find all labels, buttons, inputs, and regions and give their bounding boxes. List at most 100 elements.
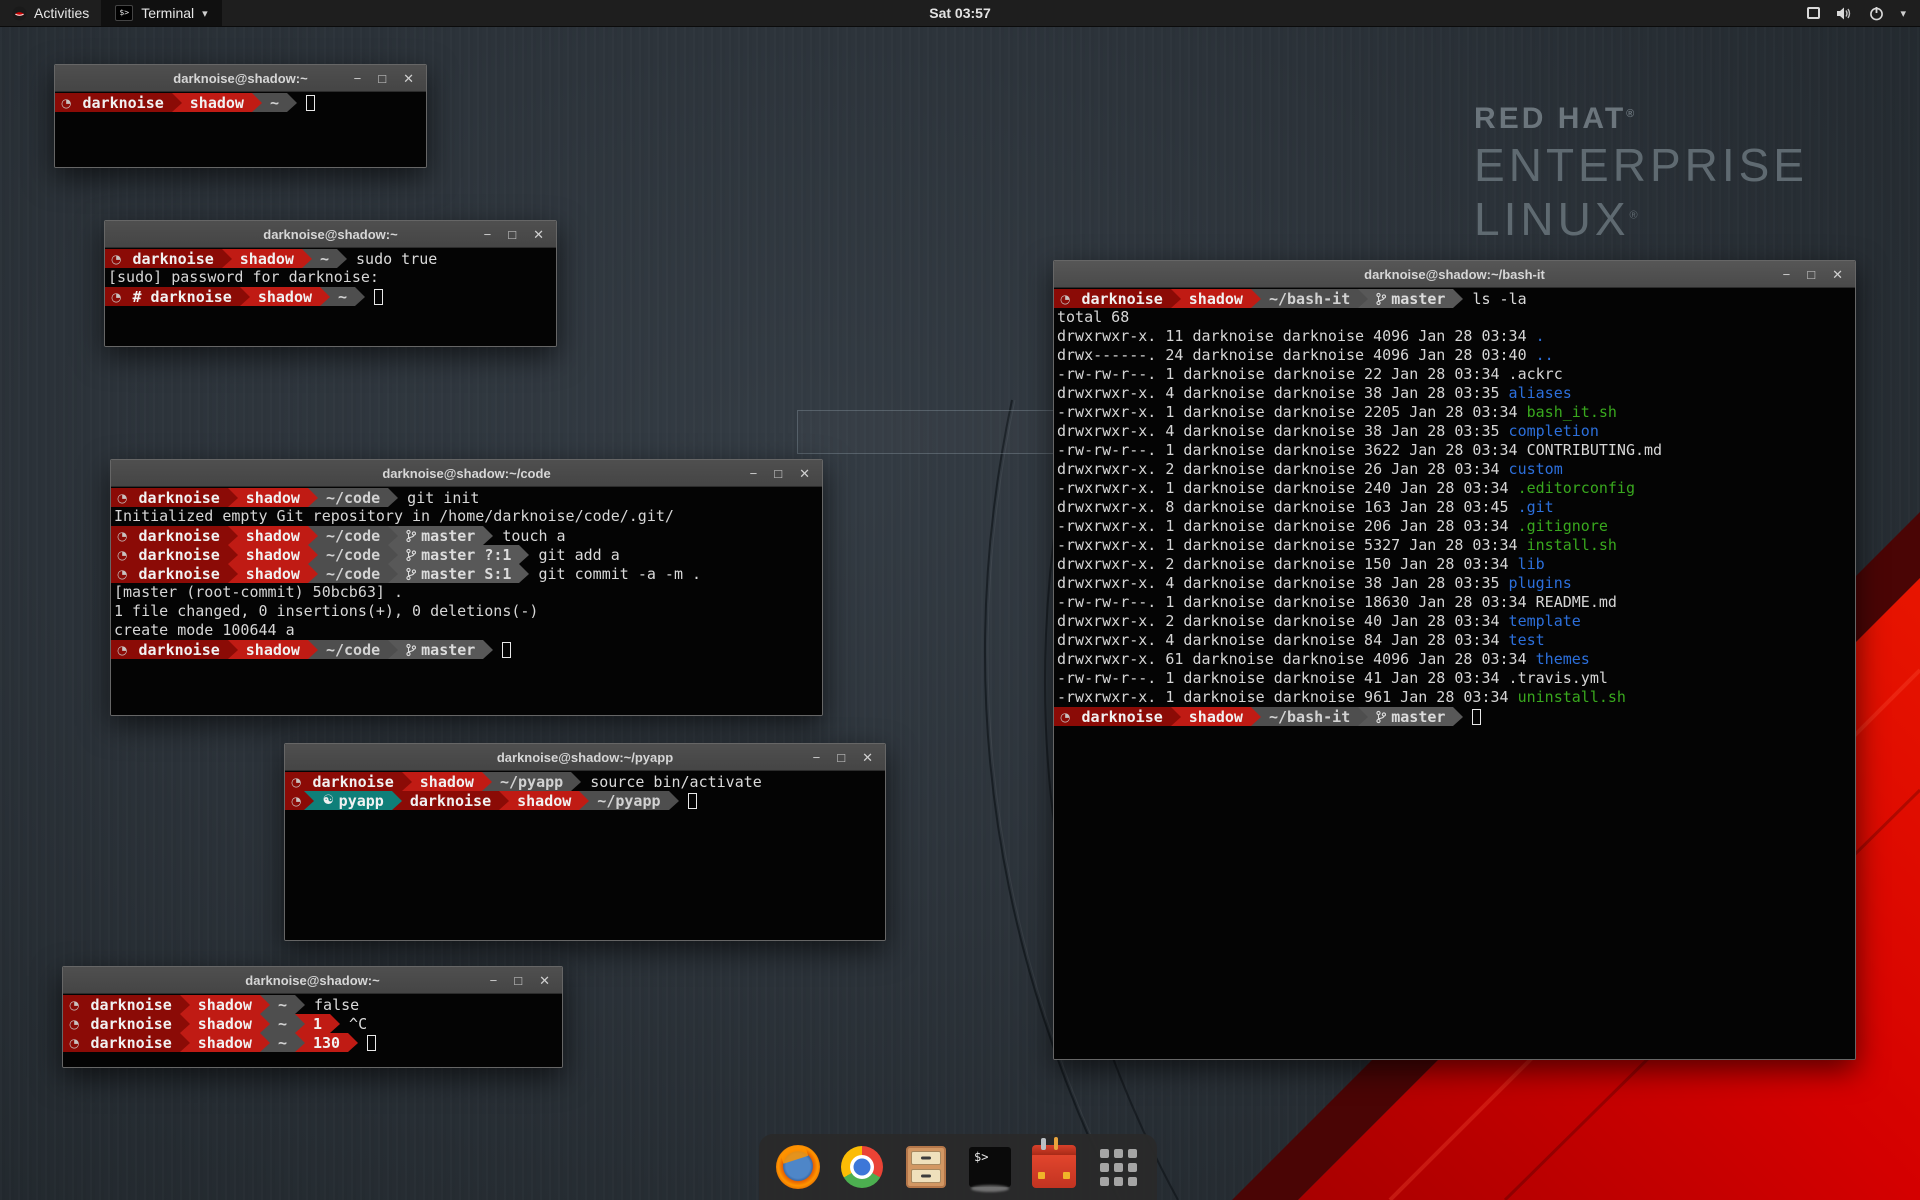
prompt-segment-path: ~	[262, 93, 287, 112]
close-button[interactable]: ✕	[533, 228, 544, 241]
maximize-button[interactable]: □	[508, 228, 516, 241]
close-button[interactable]: ✕	[539, 974, 550, 987]
terminal-line: ◔darknoiseshadow~/code git init	[111, 488, 822, 507]
minimize-button[interactable]: −	[750, 467, 758, 480]
terminal-content[interactable]: ◔darknoiseshadow~/bash-itmaster ls -lato…	[1054, 288, 1855, 1059]
terminal-cursor	[306, 95, 315, 111]
prompt-segment-branch: master S:1	[398, 564, 519, 583]
terminal-content[interactable]: ◔darknoiseshadow~ false◔darknoiseshadow~…	[63, 994, 562, 1067]
powerline-separator	[260, 995, 270, 1014]
terminal-line: ◔darknoiseshadow~/codemaster	[111, 640, 822, 659]
distro-icon: ◔	[55, 93, 74, 112]
maximize-button[interactable]: □	[514, 974, 522, 987]
top-bar: Activities $> Terminal ▾ Sat 03:57 ▾	[0, 0, 1920, 27]
powerline-separator	[571, 772, 581, 791]
maximize-button[interactable]: □	[774, 467, 782, 480]
powerline-separator	[1251, 289, 1261, 308]
desktop: RED HAT® ENTERPRISE LINUX® Activities $>…	[0, 0, 1920, 1200]
chrome-icon[interactable]	[839, 1144, 885, 1190]
brand-line-2: ENTERPRISE	[1474, 138, 1808, 192]
titlebar[interactable]: darknoise@shadow:~ −□✕	[63, 967, 562, 994]
clock[interactable]: Sat 03:57	[0, 5, 1920, 21]
terminal-line: drwxrwxr-x. 2 darknoise darknoise 40 Jan…	[1054, 612, 1855, 631]
titlebar[interactable]: darknoise@shadow:~ −□✕	[105, 221, 556, 248]
clock-label: Sat 03:57	[929, 5, 990, 21]
app-menu-terminal[interactable]: $> Terminal ▾	[101, 0, 221, 26]
window-title: darknoise@shadow:~	[173, 71, 307, 86]
close-button[interactable]: ✕	[862, 751, 873, 764]
minimize-button[interactable]: −	[484, 228, 492, 241]
files-icon[interactable]	[903, 1144, 949, 1190]
power-icon[interactable]	[1869, 6, 1884, 21]
minimize-button[interactable]: −	[813, 751, 821, 764]
terminal-content[interactable]: ◔darknoiseshadow~/pyapp source bin/activ…	[285, 771, 885, 940]
powerline-separator	[388, 545, 398, 564]
activities-button[interactable]: Activities	[0, 0, 101, 26]
powerline-separator	[388, 488, 398, 507]
output-text: .git	[1518, 498, 1554, 516]
prompt-segment-host: shadow	[509, 791, 579, 810]
terminal-line: -rw-rw-r--. 1 darknoise darknoise 22 Jan…	[1054, 365, 1855, 384]
maximize-button[interactable]: □	[1807, 268, 1815, 281]
activities-label: Activities	[34, 5, 89, 21]
output-text: bash_it.sh	[1527, 403, 1617, 421]
minimize-button[interactable]: −	[354, 72, 362, 85]
close-button[interactable]: ✕	[1832, 268, 1843, 281]
terminal-line: ◔darknoiseshadow~/codemaster touch a	[111, 526, 822, 545]
prompt-segment-user: darknoise	[82, 1033, 179, 1052]
terminal-window-bash-it: darknoise@shadow:~/bash-it −□✕ ◔darknois…	[1053, 260, 1856, 1060]
titlebar[interactable]: darknoise@shadow:~/pyapp −□✕	[285, 744, 885, 771]
window-tile-icon[interactable]	[1807, 7, 1820, 19]
output-text: -rw-rw-r--. 1 darknoise darknoise 22 Jan…	[1057, 365, 1563, 383]
terminal-icon[interactable]: $>	[967, 1144, 1013, 1190]
output-text: plugins	[1509, 574, 1572, 592]
terminal-mini-icon: $>	[115, 5, 133, 21]
prompt-segment-path: ~	[330, 287, 355, 306]
terminal-line: ◔darknoiseshadow~	[55, 93, 426, 112]
prompt-segment-user: darknoise	[82, 1014, 179, 1033]
minimize-button[interactable]: −	[1783, 268, 1791, 281]
distro-icon: ◔	[111, 545, 130, 564]
prompt-segment-branch: master	[398, 640, 483, 659]
prompt-segment-path: ~	[270, 1014, 295, 1033]
prompt-segment-path: ~/code	[318, 564, 388, 583]
minimize-button[interactable]: −	[490, 974, 498, 987]
app-menu-label: Terminal	[141, 5, 194, 21]
terminal-line: drwxrwxr-x. 4 darknoise darknoise 38 Jan…	[1054, 574, 1855, 593]
prompt-segment-user: # darknoise	[124, 287, 239, 306]
powerline-separator	[483, 526, 493, 545]
output-text: -rwxrwxr-x. 1 darknoise darknoise 5327 J…	[1057, 536, 1527, 554]
command-text: git add a	[529, 545, 619, 564]
terminal-content[interactable]: ◔darknoiseshadow~ sudo true[sudo] passwo…	[105, 248, 556, 346]
terminal-content[interactable]: ◔darknoiseshadow~	[55, 92, 426, 167]
app-grid-icon[interactable]	[1095, 1144, 1141, 1190]
close-button[interactable]: ✕	[403, 72, 414, 85]
toolbox-icon[interactable]	[1031, 1144, 1077, 1190]
close-button[interactable]: ✕	[799, 467, 810, 480]
titlebar[interactable]: darknoise@shadow:~/code −□✕	[111, 460, 822, 487]
output-text: .editorconfig	[1518, 479, 1635, 497]
output-text: -rw-rw-r--. 1 darknoise darknoise 18630 …	[1057, 593, 1617, 611]
prompt-segment-branch: master ?:1	[398, 545, 519, 564]
terminal-content[interactable]: ◔darknoiseshadow~/code git initInitializ…	[111, 487, 822, 715]
maximize-button[interactable]: □	[378, 72, 386, 85]
volume-icon[interactable]	[1836, 6, 1853, 21]
titlebar[interactable]: darknoise@shadow:~/bash-it −□✕	[1054, 261, 1855, 288]
firefox-icon[interactable]	[775, 1144, 821, 1190]
terminal-line: 1 file changed, 0 insertions(+), 0 delet…	[111, 602, 822, 621]
output-text: [master (root-commit) 50bcb63] .	[114, 583, 403, 601]
titlebar[interactable]: darknoise@shadow:~ − □ ✕	[55, 65, 426, 92]
output-text: test	[1509, 631, 1545, 649]
terminal-window-sudo: darknoise@shadow:~ −□✕ ◔darknoiseshadow~…	[104, 220, 557, 347]
command-text: false	[305, 995, 359, 1014]
prompt-segment-user: darknoise	[130, 526, 227, 545]
powerline-separator	[228, 564, 238, 583]
terminal-line: ◔darknoiseshadow~/pyapp source bin/activ…	[285, 772, 885, 791]
terminal-cursor	[688, 793, 697, 809]
output-text: -rwxrwxr-x. 1 darknoise darknoise 206 Ja…	[1057, 517, 1518, 535]
output-text: install.sh	[1527, 536, 1617, 554]
terminal-line: Initialized empty Git repository in /hom…	[111, 507, 822, 526]
maximize-button[interactable]: □	[837, 751, 845, 764]
chevron-down-icon[interactable]: ▾	[1900, 7, 1906, 20]
output-text: -rwxrwxr-x. 1 darknoise darknoise 240 Ja…	[1057, 479, 1518, 497]
